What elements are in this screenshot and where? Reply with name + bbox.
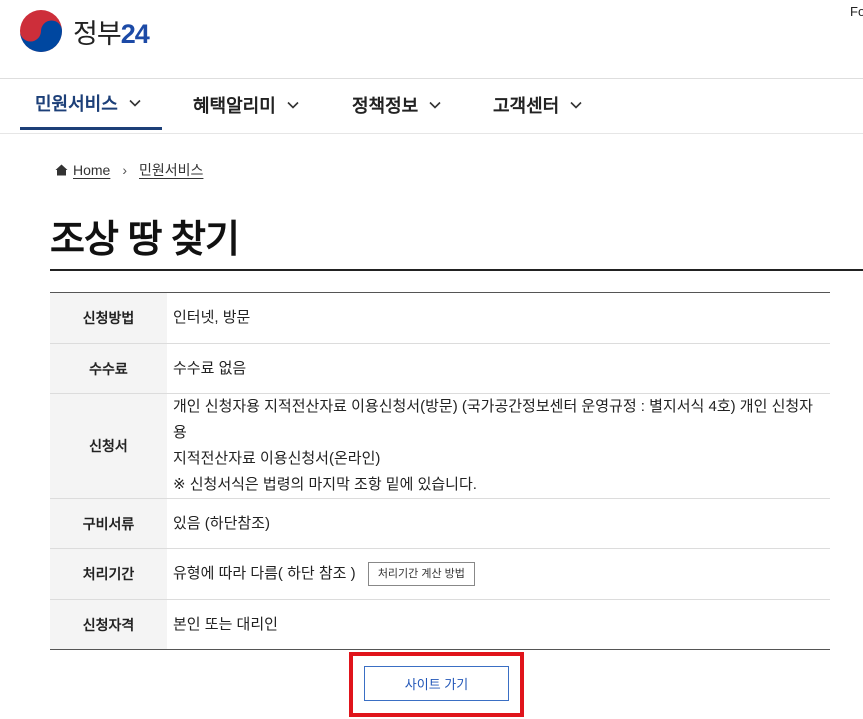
go-to-site-button[interactable]: 사이트 가기 <box>364 666 509 701</box>
chevron-down-icon <box>129 99 141 107</box>
period-calc-button[interactable]: 처리기간 계산 방법 <box>367 562 475 587</box>
row-label: 구비서류 <box>50 498 167 549</box>
row-value: 인터넷, 방문 <box>167 292 830 344</box>
row-value: 유형에 따라 다름( 하단 참조 ) 처리기간 계산 방법 <box>167 548 830 600</box>
site-header: 정부24 Fo <box>0 0 863 79</box>
row-value: 있음 (하단참조) <box>167 498 830 549</box>
nav-label: 혜택알리미 <box>193 96 276 116</box>
nav-item-policy[interactable]: 정책정보 <box>352 79 442 131</box>
row-label: 처리기간 <box>50 548 167 600</box>
nav-item-benefits[interactable]: 혜택알리미 <box>193 79 300 131</box>
chevron-down-icon <box>287 101 299 109</box>
cut-off-link[interactable]: Fo <box>850 4 863 19</box>
logo-text: 정부 <box>73 18 122 49</box>
highlight-box: 사이트 가기 <box>349 652 524 717</box>
row-label: 수수료 <box>50 343 167 394</box>
gov24-logo[interactable]: 정부24 <box>19 9 150 53</box>
table-row: 구비서류 있음 (하단참조) <box>50 498 830 549</box>
table-row: 수수료 수수료 없음 <box>50 343 830 394</box>
row-value: 수수료 없음 <box>167 343 830 394</box>
main-nav: 민원서비스 혜택알리미 정책정보 고객센터 <box>0 79 863 134</box>
table-row: 신청자격 본인 또는 대리인 <box>50 599 830 650</box>
row-value: 개인 신청자용 지적전산자료 이용신청서(방문) (국가공간정보센터 운영규정 … <box>167 393 830 499</box>
row-label: 신청서 <box>50 393 167 499</box>
chevron-down-icon <box>570 101 582 109</box>
nav-item-customer-center[interactable]: 고객센터 <box>493 79 583 131</box>
breadcrumb: Home › 민원서비스 <box>55 160 203 180</box>
table-row: 신청서 개인 신청자용 지적전산자료 이용신청서(방문) (국가공간정보센터 운… <box>50 393 830 499</box>
row-label: 신청방법 <box>50 292 167 344</box>
row-label: 신청자격 <box>50 599 167 650</box>
logo-number: 24 <box>120 18 150 49</box>
nav-item-civil-service[interactable]: 민원서비스 <box>20 79 162 130</box>
nav-label: 고객센터 <box>493 96 560 116</box>
service-info-table: 신청방법 인터넷, 방문 수수료 수수료 없음 신청서 개인 신청자용 지적전산… <box>50 292 830 650</box>
form-name-line: 지적전산자료 이용신청서(온라인) <box>173 450 381 467</box>
logo-wordmark: 정부24 <box>73 12 150 51</box>
nav-label: 민원서비스 <box>35 94 118 114</box>
form-note: ※ 신청서식은 법령의 마지막 조항 밑에 있습니다. <box>173 476 477 493</box>
title-divider <box>50 269 863 271</box>
chevron-right-icon: › <box>122 162 128 178</box>
home-icon <box>55 164 68 176</box>
form-name-line: 개인 신청자용 지적전산자료 이용신청서(방문) (국가공간정보센터 운영규정 … <box>173 398 813 441</box>
table-row: 처리기간 유형에 따라 다름( 하단 참조 ) 처리기간 계산 방법 <box>50 548 830 600</box>
table-row: 신청방법 인터넷, 방문 <box>50 292 830 344</box>
nav-label: 정책정보 <box>352 96 419 116</box>
chevron-down-icon <box>429 101 441 109</box>
taegeuk-icon <box>20 10 62 52</box>
breadcrumb-current-link[interactable]: 민원서비스 <box>139 160 203 180</box>
row-value: 본인 또는 대리인 <box>173 615 278 633</box>
page-title: 조상 땅 찾기 <box>50 219 240 261</box>
breadcrumb-home-link[interactable]: Home <box>73 162 110 178</box>
processing-period-text: 유형에 따라 다름( 하단 참조 ) <box>173 565 356 582</box>
